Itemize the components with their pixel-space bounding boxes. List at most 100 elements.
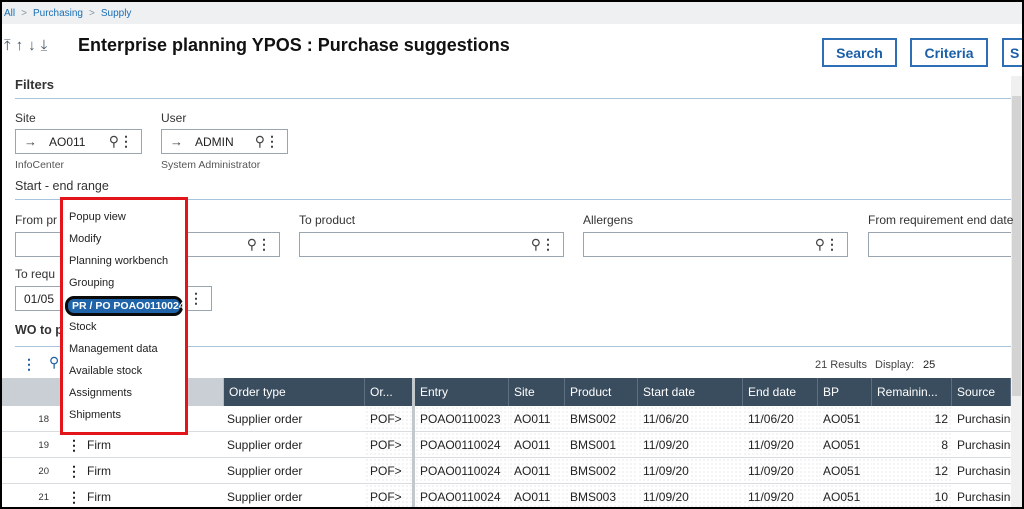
breadcrumb-purchasing[interactable]: Purchasing: [33, 8, 83, 19]
remaining-cell: 10: [872, 484, 952, 507]
search-icon[interactable]: ⚲: [49, 354, 59, 371]
scrollbar-thumb[interactable]: [1012, 96, 1021, 396]
frozen-column-divider[interactable]: [412, 378, 415, 507]
menu-item-shipments[interactable]: Shipments: [69, 409, 121, 421]
more-vertical-icon[interactable]: ⋮: [67, 458, 77, 484]
more-vertical-icon[interactable]: ⋮: [541, 236, 555, 253]
display-select[interactable]: 25: [923, 359, 935, 371]
menu-item-grouping[interactable]: Grouping: [69, 277, 114, 289]
page-header: ⤒ ↑ ↓ ⤓ Enterprise planning YPOS : Purch…: [2, 30, 1022, 70]
app-window: All > Purchasing > Supply ⤒ ↑ ↓ ⤓ Enterp…: [2, 2, 1022, 507]
end-date-cell: 11/06/20: [743, 406, 818, 432]
from-product-label: From pr: [15, 213, 57, 227]
search-icon[interactable]: ⚲: [109, 133, 119, 150]
source-cell: Purchasing: [957, 490, 1011, 504]
column-header-end-date[interactable]: End date: [743, 378, 818, 406]
arrow-right-icon[interactable]: →: [24, 134, 37, 149]
criteria-button[interactable]: Criteria: [910, 38, 988, 67]
start-date-cell: 11/09/20: [638, 432, 743, 458]
site-value: AO011: [49, 134, 86, 149]
more-vertical-icon[interactable]: ⋮: [189, 290, 203, 307]
more-vertical-icon[interactable]: ⋮: [265, 133, 279, 150]
site-cell: AO011: [509, 406, 565, 432]
more-vertical-icon[interactable]: ⋮: [67, 432, 77, 458]
entry-cell: POAO0110024: [415, 458, 509, 484]
product-cell: BMS003: [565, 484, 638, 507]
more-vertical-icon[interactable]: ⋮: [67, 484, 77, 507]
to-product-label: To product: [299, 213, 356, 227]
menu-item-stock[interactable]: Stock: [69, 321, 97, 333]
wo-title: WO to p: [15, 323, 63, 337]
table-row[interactable]: 20 ⋮ Firm Supplier order POF> POAO011002…: [2, 458, 1011, 484]
column-header-site[interactable]: Site: [509, 378, 565, 406]
user-field[interactable]: → ADMIN ⚲ ⋮: [161, 129, 288, 154]
last-record-icon[interactable]: ⤓: [41, 37, 48, 54]
allergens-field[interactable]: ⚲ ⋮: [583, 232, 848, 257]
product-cell: BMS001: [565, 432, 638, 458]
menu-item-management-data[interactable]: Management data: [69, 343, 158, 355]
order-type-cell: Supplier order: [227, 438, 303, 452]
or-cell: POF>: [365, 484, 412, 507]
search-icon[interactable]: ⚲: [255, 133, 265, 150]
menu-item-available-stock[interactable]: Available stock: [69, 365, 142, 377]
column-header-source[interactable]: Source: [952, 378, 1011, 406]
search-button[interactable]: Search: [822, 38, 897, 67]
row-context-menu: Popup view Modify Planning workbench Gro…: [60, 197, 188, 435]
start-date-cell: 11/06/20: [638, 406, 743, 432]
breadcrumb: All > Purchasing > Supply: [2, 2, 1022, 24]
more-vertical-icon[interactable]: ⋮: [825, 236, 839, 253]
column-header-or[interactable]: Or...: [365, 378, 413, 406]
menu-item-planning-workbench[interactable]: Planning workbench: [69, 255, 168, 267]
record-navigation: ⤒ ↑ ↓ ⤓: [4, 37, 47, 54]
order-type-cell: Supplier order: [227, 464, 303, 478]
status-cell: Firm: [87, 438, 111, 452]
site-cell: AO011: [509, 432, 565, 458]
entry-cell: POAO0110024: [415, 484, 509, 507]
column-header-bp[interactable]: BP: [818, 378, 872, 406]
breadcrumb-supply[interactable]: Supply: [101, 8, 132, 19]
row-number: 19: [38, 439, 49, 451]
to-req-value: 01/05: [24, 291, 55, 306]
arrow-up-icon[interactable]: ↑: [16, 37, 24, 54]
to-req-label: To requ: [15, 267, 56, 281]
column-header-order-type[interactable]: Order type: [224, 378, 365, 406]
status-cell: Firm: [87, 490, 111, 504]
search-icon[interactable]: ⚲: [531, 236, 541, 253]
start-date-cell: 11/09/20: [638, 458, 743, 484]
user-description: System Administrator: [161, 159, 261, 171]
search-icon[interactable]: ⚲: [247, 236, 257, 253]
source-cell: Purchasing: [957, 464, 1011, 478]
search-icon[interactable]: ⚲: [815, 236, 825, 253]
site-field[interactable]: → AO011 ⚲ ⋮: [15, 129, 142, 154]
from-req-end-field[interactable]: [868, 232, 1011, 257]
site-description: InfoCenter: [15, 159, 65, 171]
extra-button[interactable]: S: [1002, 38, 1022, 67]
menu-item-assignments[interactable]: Assignments: [69, 387, 132, 399]
menu-item-modify[interactable]: Modify: [69, 233, 101, 245]
arrow-right-icon[interactable]: →: [170, 134, 183, 149]
entry-cell: POAO0110023: [415, 406, 509, 432]
status-cell: Firm: [87, 464, 111, 478]
more-vertical-icon[interactable]: ⋮: [119, 133, 133, 150]
column-header-start-date[interactable]: Start date: [638, 378, 743, 406]
more-vertical-icon[interactable]: ⋮: [257, 236, 271, 253]
arrow-down-icon[interactable]: ↓: [28, 37, 36, 54]
remaining-cell: 8: [872, 432, 952, 458]
product-cell: BMS002: [565, 458, 638, 484]
menu-item-pr-po[interactable]: PR / PO POAO0110024: [65, 296, 185, 316]
vertical-scrollbar[interactable]: [1011, 76, 1022, 507]
table-row[interactable]: 21 ⋮ Firm Supplier order POF> POAO011002…: [2, 484, 1011, 507]
column-header-remaining[interactable]: Remainin...: [872, 378, 952, 406]
more-vertical-icon[interactable]: ⋮: [22, 356, 36, 373]
end-date-cell: 11/09/20: [743, 458, 818, 484]
menu-item-popup-view[interactable]: Popup view: [69, 211, 126, 223]
column-header-product[interactable]: Product: [565, 378, 638, 406]
order-type-cell: Supplier order: [227, 412, 303, 426]
to-product-field[interactable]: ⚲ ⋮: [299, 232, 564, 257]
bp-cell: AO051: [818, 406, 872, 432]
breadcrumb-all[interactable]: All: [4, 8, 15, 19]
table-row[interactable]: 19 ⋮ Firm Supplier order POF> POAO011002…: [2, 432, 1011, 458]
results-count: 21 Results: [815, 359, 867, 371]
column-header-entry[interactable]: Entry: [415, 378, 509, 406]
first-record-icon[interactable]: ⤒: [4, 37, 11, 54]
